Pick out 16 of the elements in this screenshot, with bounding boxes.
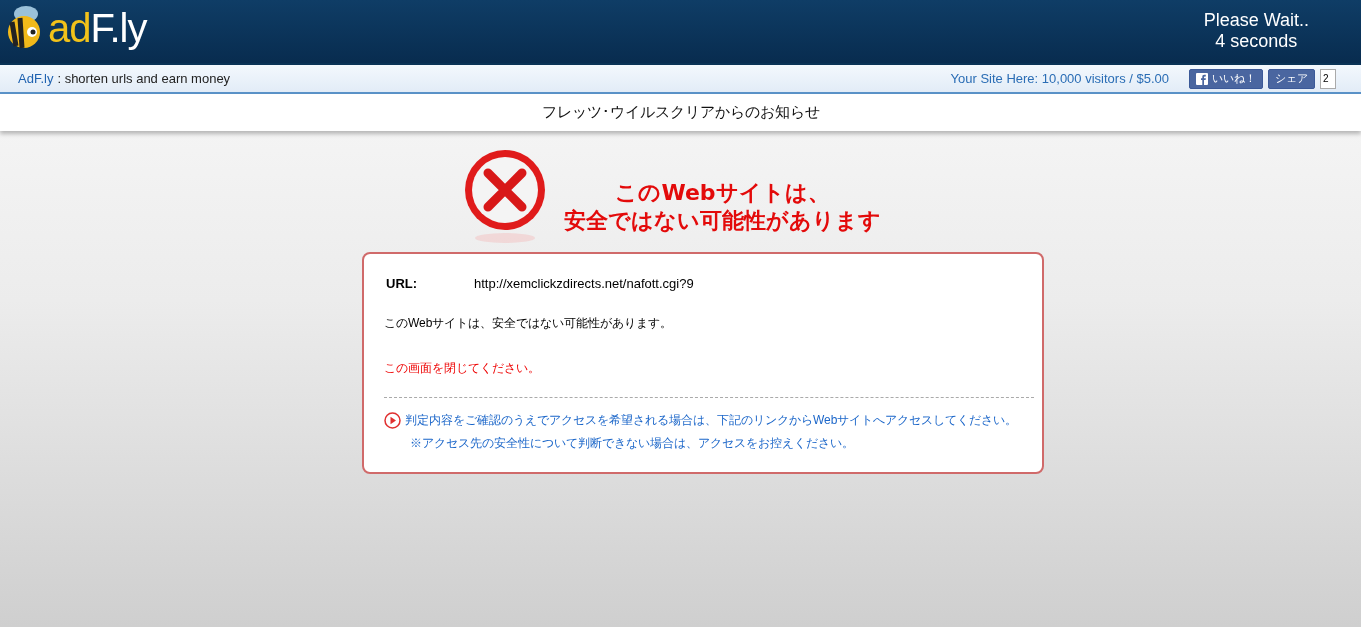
access-note: ※アクセス先の安全性について判断できない場合は、アクセスをお控えください。 xyxy=(410,435,855,452)
like-count: 2 xyxy=(1320,68,1336,89)
warning-headline: このWebサイトは、 安全ではない可能性があります xyxy=(564,179,881,235)
share-button[interactable]: シェア xyxy=(1268,68,1315,89)
url-label: URL: xyxy=(386,276,419,291)
close-instruction: この画面を閉じてください。 xyxy=(384,360,541,377)
logo-text[interactable]: adF.ly xyxy=(48,0,147,56)
advertise-link[interactable]: Your Site Here: 10,000 visitors / $5.00 xyxy=(950,71,1169,86)
wait-countdown: Please Wait.. 4 seconds xyxy=(1203,9,1310,52)
brand-link[interactable]: AdF.ly xyxy=(18,71,54,86)
notice-title: フレッツ･ウイルスクリアからのお知らせ xyxy=(541,103,820,122)
tagline: : shorten urls and earn money xyxy=(57,71,231,86)
url-value: http://xemclickzdirects.net/nafott.cgi?9 xyxy=(474,276,694,291)
warning-message: このWebサイトは、安全ではない可能性があります。 xyxy=(384,315,674,332)
like-button[interactable]: いいね！ xyxy=(1189,68,1263,89)
access-link[interactable]: 判定内容をご確認のうえでアクセスを希望される場合は、下記のリンクからWebサイトへアクセスしてください。 xyxy=(405,412,1018,429)
